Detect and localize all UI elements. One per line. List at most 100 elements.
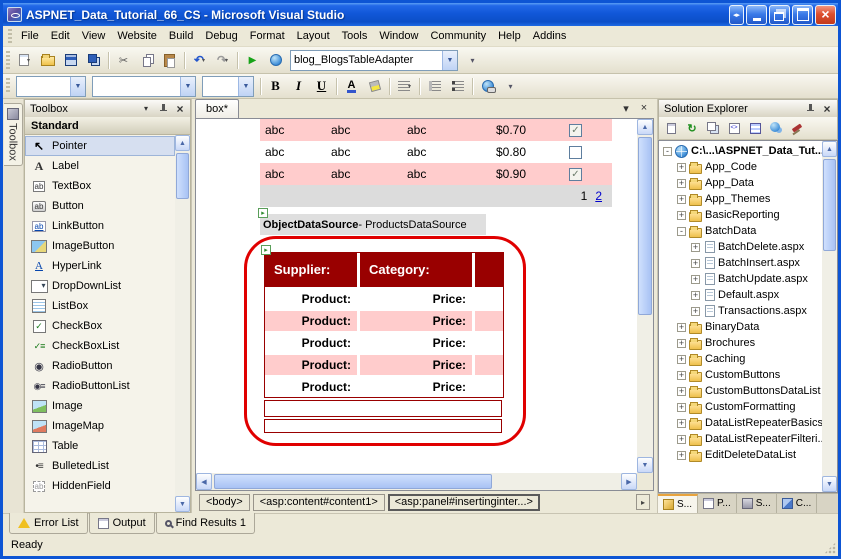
pane-arrows-button[interactable] [729,5,744,25]
toolbox-item[interactable]: ImageButton [25,236,175,256]
toolbox-item[interactable]: CheckBox [25,316,175,336]
tree-expander-icon[interactable] [677,323,686,332]
tree-expander-icon[interactable] [677,195,686,204]
scrollbar-thumb[interactable] [638,137,652,315]
refresh-button[interactable] [682,118,702,138]
toolbox-item[interactable]: ImageMap [25,416,175,436]
tree-item[interactable]: CustomFormatting [659,399,822,415]
toolbox-item[interactable]: TextBox [25,176,175,196]
view-code-button[interactable] [724,118,744,138]
designer-vertical-scrollbar[interactable]: ▲ ▼ [637,119,653,473]
redo-button[interactable]: ▾ [211,49,234,71]
toolbar-options-button[interactable] [499,75,522,97]
scrollbar-thumb[interactable] [214,474,492,489]
scroll-up-icon[interactable]: ▲ [175,135,190,151]
menu-item[interactable]: Tools [336,27,374,45]
bold-button[interactable]: B [264,75,287,97]
bottom-panel-tab[interactable]: Output [89,513,155,534]
scroll-up-icon[interactable]: ▲ [637,119,653,135]
chevron-down-icon[interactable]: ▼ [238,77,253,96]
toolbox-item[interactable]: DropDownList [25,276,175,296]
row-checkbox[interactable] [569,124,582,137]
bottom-panel-tab[interactable]: Find Results 1 [156,513,255,534]
dock-tab[interactable]: S... [737,494,777,513]
scroll-up-icon[interactable]: ▲ [822,141,837,157]
toolbox-item[interactable]: HiddenField [25,476,175,496]
pager-page-link[interactable]: 1 [581,189,588,203]
tree-expander-icon[interactable] [677,435,686,444]
font-size-combo[interactable]: ▼ [202,76,254,97]
tree-item[interactable]: Brochures [659,335,822,351]
open-file-button[interactable] [36,49,59,71]
dock-tab[interactable]: S... [658,494,698,513]
tree-expander-icon[interactable] [677,355,686,364]
tree-expander-icon[interactable] [677,179,686,188]
toolbox-item[interactable]: Image [25,396,175,416]
tree-item[interactable]: BasicReporting [659,207,822,223]
tree-expander-icon[interactable] [677,211,686,220]
menu-item[interactable]: Website [111,27,163,45]
tree-item[interactable]: EditDeleteDataList [659,447,822,463]
tree-expander-icon[interactable] [691,291,700,300]
tag-navigator-more-button[interactable]: ▸ [636,494,650,510]
tree-item[interactable]: App_Data [659,175,822,191]
tree-item[interactable]: BatchDelete.aspx [659,239,822,255]
tree-expander-icon[interactable] [677,403,686,412]
bulleted-list-button[interactable] [446,75,469,97]
tree-item[interactable]: Caching [659,351,822,367]
chevron-down-icon[interactable]: ▼ [180,77,195,96]
pin-icon[interactable] [156,102,170,115]
toolbox-item[interactable]: CheckBoxList [25,336,175,356]
foreground-color-button[interactable]: A [340,75,363,97]
menu-item[interactable]: File [15,27,45,45]
copy-button[interactable] [135,49,158,71]
view-designer-button[interactable] [745,118,765,138]
tree-expander-icon[interactable] [677,371,686,380]
tree-item[interactable]: App_Themes [659,191,822,207]
tree-expander-icon[interactable] [677,387,686,396]
toolbox-item[interactable]: HyperLink [25,256,175,276]
maximize-button[interactable] [792,5,813,25]
objectdatasource-control[interactable]: ObjectDataSource - ProductsDataSource [260,214,486,235]
toolbar-options-button[interactable] [461,49,484,71]
pager-page-link[interactable]: 2 [595,189,602,203]
menu-item[interactable]: View [76,27,112,45]
tree-expander-icon[interactable] [691,243,700,252]
alignment-button[interactable]: ▾ [393,75,416,97]
bottom-panel-tab[interactable]: Error List [9,513,88,534]
pin-icon[interactable] [803,102,817,115]
tree-item[interactable]: CustomButtonsDataList [659,383,822,399]
document-tab[interactable]: box* [195,99,239,118]
tree-expander-icon[interactable] [677,227,686,236]
close-button[interactable] [815,5,836,25]
tree-item[interactable]: C:\...\ASPNET_Data_Tut... [659,143,822,159]
toolbox-dock-tab[interactable]: Toolbox [4,103,23,166]
toolbox-item[interactable]: RadioButton [25,356,175,376]
menu-item[interactable]: Build [163,27,199,45]
dock-tab[interactable]: C... [777,494,818,513]
document-list-chevron-button[interactable]: ▾ [618,100,634,116]
tree-item[interactable]: BatchData [659,223,822,239]
tree-expander-icon[interactable] [677,163,686,172]
menu-item[interactable]: Window [373,27,424,45]
toolbox-item[interactable]: ListBox [25,296,175,316]
toolbox-item[interactable]: BulletedList [25,456,175,476]
new-project-button[interactable]: ▾ [13,49,36,71]
toolbox-item[interactable]: Table [25,436,175,456]
menu-item[interactable]: Addins [527,27,573,45]
tree-item[interactable]: Transactions.aspx [659,303,822,319]
italic-button[interactable]: I [287,75,310,97]
scroll-down-icon[interactable]: ▼ [175,496,190,512]
undo-button[interactable]: ▾ [188,49,211,71]
designer-horizontal-scrollbar[interactable]: ◀ ▶ [196,473,653,490]
scroll-down-icon[interactable]: ▼ [637,457,653,473]
tree-expander-icon[interactable] [663,147,672,156]
row-checkbox[interactable] [569,168,582,181]
numbered-list-button[interactable] [423,75,446,97]
solution-explorer-scrollbar[interactable]: ▲ ▼ [822,141,837,492]
tree-item[interactable]: CustomButtons [659,367,822,383]
toolbox-item[interactable]: LinkButton [25,216,175,236]
tree-item[interactable]: App_Code [659,159,822,175]
tree-item[interactable]: BatchInsert.aspx [659,255,822,271]
aspnet-configuration-button[interactable] [787,118,807,138]
